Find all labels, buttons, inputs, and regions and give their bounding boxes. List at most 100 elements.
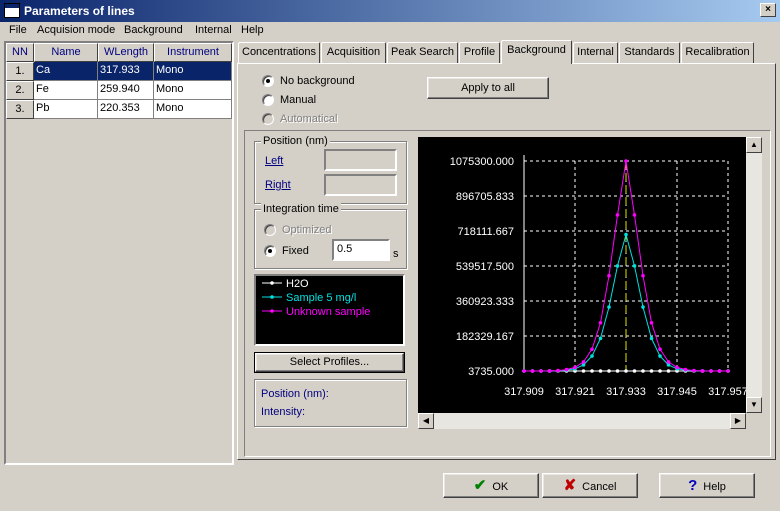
x-tick-label: 317.945	[657, 386, 697, 398]
automatical-radio	[262, 113, 274, 125]
help-button[interactable]: ? Help	[659, 473, 755, 498]
menu-help[interactable]: Help	[241, 24, 264, 36]
table-row[interactable]: Mono	[154, 81, 232, 100]
tab-acquisition[interactable]: Acquisition	[321, 42, 386, 63]
grid-header-wlength[interactable]: WLength	[98, 43, 154, 62]
right-label: Right	[265, 179, 291, 191]
cancel-label: Cancel	[582, 481, 617, 493]
data-point	[692, 368, 696, 373]
grid-header-name[interactable]: Name	[34, 43, 98, 62]
data-point	[666, 369, 671, 373]
table-row[interactable]: Fe	[34, 81, 98, 100]
menu-acquision-mode[interactable]: Acquision mode	[37, 24, 115, 36]
window-icon	[4, 3, 20, 18]
data-point	[658, 347, 662, 351]
data-point	[590, 354, 594, 358]
tab-internal[interactable]: Internal	[573, 42, 618, 63]
right-position-input[interactable]	[324, 174, 397, 196]
question-icon: ?	[688, 477, 698, 494]
tab-peak-search[interactable]: Peak Search	[387, 42, 458, 63]
data-point	[607, 305, 611, 309]
profile-chart-svg[interactable]: 1075300.000 896705.833 718111.667 539517.50…	[418, 137, 748, 413]
data-point	[624, 369, 628, 373]
integration-time-input[interactable]: 0.5	[332, 239, 390, 261]
cursor-info-box: Position (nm): Intensity:	[254, 379, 407, 427]
data-point	[590, 369, 594, 373]
legend-marker-h2o	[262, 281, 282, 285]
fixed-label[interactable]: Fixed	[282, 245, 309, 257]
data-point	[530, 369, 535, 373]
scroll-up-icon[interactable]: ▲	[746, 137, 762, 153]
data-point	[598, 320, 603, 325]
scroll-left-icon[interactable]: ◀	[418, 413, 434, 429]
left-label: Left	[265, 155, 284, 167]
tab-standards[interactable]: Standards	[619, 42, 680, 63]
table-row[interactable]: Mono	[154, 62, 232, 81]
table-row[interactable]: Ca	[34, 62, 98, 81]
table-row[interactable]: 220.353	[98, 100, 154, 119]
data-point	[573, 365, 577, 370]
grid-header-nn[interactable]: NN	[6, 43, 34, 62]
x-tick-label: 317.909	[504, 386, 544, 398]
data-point	[598, 336, 603, 341]
position-group: Position (nm) Left Right	[254, 135, 407, 204]
menu-background[interactable]: Background	[124, 24, 183, 36]
table-row[interactable]: Mono	[154, 100, 232, 119]
y-tick-label: 3735.000	[468, 366, 514, 378]
legend-entry-unknown: Unknown sample	[286, 306, 371, 318]
chart-vscrollbar[interactable]: ▲ ▼	[746, 137, 762, 413]
table-row[interactable]: 317.933	[98, 62, 154, 81]
manual-label[interactable]: Manual	[280, 94, 316, 106]
ok-label: OK	[492, 481, 509, 493]
apply-to-all-button[interactable]: Apply to all	[427, 77, 549, 99]
tab-recalibration[interactable]: Recalibration	[681, 42, 754, 63]
x-tick-label: 317.957	[708, 386, 746, 398]
data-point	[683, 367, 688, 372]
automatical-label: Automatical	[280, 113, 338, 125]
row-number[interactable]: 3.	[6, 100, 34, 119]
window-title: Parameters of lines	[24, 4, 135, 18]
no-background-radio[interactable]	[262, 75, 274, 87]
lines-grid[interactable]: NN Name WLength Instrument 1. Ca 317.933…	[4, 41, 234, 465]
menu-file[interactable]: File	[9, 24, 27, 36]
no-background-label[interactable]: No background	[280, 75, 355, 87]
row-number[interactable]: 2.	[6, 81, 34, 100]
cancel-button[interactable]: ✘ Cancel	[542, 473, 638, 498]
data-point	[649, 320, 654, 325]
scroll-down-icon[interactable]: ▼	[746, 397, 762, 413]
series-line-1	[524, 232, 728, 372]
chart-hscrollbar[interactable]: ◀ ▶	[418, 413, 746, 429]
data-point	[700, 369, 705, 373]
menu-internal[interactable]: Internal	[195, 24, 232, 36]
grid-header-instrument[interactable]: Instrument	[154, 43, 232, 62]
data-point	[607, 273, 611, 278]
data-point	[564, 367, 569, 372]
manual-radio[interactable]	[262, 94, 274, 106]
data-point	[615, 369, 620, 373]
data-point	[539, 369, 543, 373]
y-tick-label: 718111.667	[458, 226, 514, 238]
title-bar[interactable]: Parameters of lines ×	[0, 0, 780, 22]
data-point	[641, 305, 645, 309]
x-tick-label: 317.921	[555, 386, 595, 398]
data-point	[624, 232, 628, 237]
help-label: Help	[703, 481, 726, 493]
ok-button[interactable]: ✔ OK	[443, 473, 539, 498]
close-icon[interactable]: ×	[760, 3, 776, 17]
legend-box: H2O Sample 5 mg/l Unknown sample	[254, 274, 405, 346]
position-group-title: Position (nm)	[261, 135, 330, 147]
tab-concentrations[interactable]: Concentrations	[238, 42, 320, 63]
select-profiles-button[interactable]: Select Profiles...	[254, 352, 405, 373]
tab-profile[interactable]: Profile	[459, 42, 500, 63]
tab-background[interactable]: Background	[501, 40, 572, 64]
left-position-input[interactable]	[324, 149, 397, 171]
fixed-radio[interactable]	[264, 245, 276, 257]
profile-chart[interactable]: 1075300.000 896705.833 718111.667 539517.50…	[418, 137, 748, 413]
table-row[interactable]: Pb	[34, 100, 98, 119]
data-point	[649, 336, 654, 341]
menu-bar: File Acquision mode Background Internal …	[0, 22, 780, 40]
table-row[interactable]: 259.940	[98, 81, 154, 100]
scroll-right-icon[interactable]: ▶	[730, 413, 746, 429]
data-point	[666, 360, 671, 364]
row-number[interactable]: 1.	[6, 62, 34, 81]
